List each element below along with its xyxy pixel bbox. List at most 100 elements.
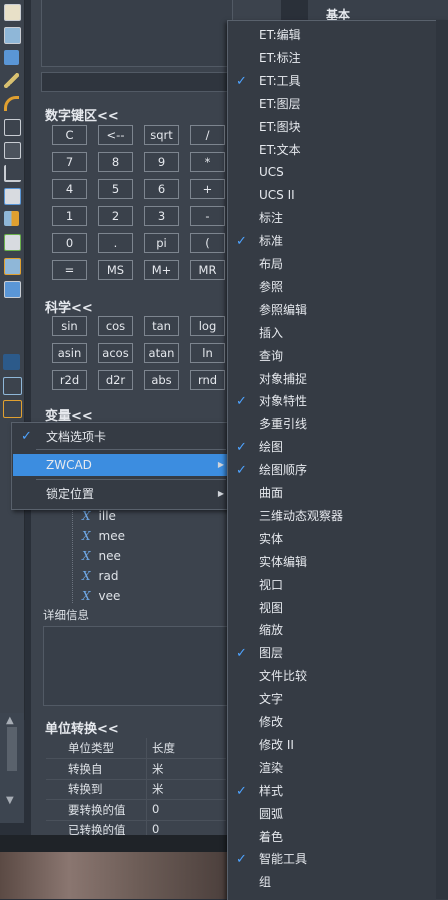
unit-row-value[interactable]: 米 (152, 781, 164, 797)
variable-item[interactable]: Xvee (82, 589, 120, 603)
numpad-key[interactable]: 5 (98, 179, 133, 199)
numpad-key[interactable]: 4 (52, 179, 87, 199)
scientific-key[interactable]: asin (52, 343, 87, 363)
toolbar-menu-item[interactable]: 查询 (228, 345, 448, 368)
chart-icon[interactable] (4, 165, 21, 182)
numpad-key[interactable]: / (190, 125, 225, 145)
grid-x-icon[interactable] (4, 258, 21, 275)
toolbar-menu-item[interactable]: 多重引线 (228, 413, 448, 436)
swap-icon[interactable] (3, 400, 22, 418)
scientific-key[interactable]: d2r (98, 370, 133, 390)
toolbar-menu-item[interactable]: ET:标注 (228, 47, 448, 70)
toolbar-menu-item[interactable]: 曲面 (228, 482, 448, 505)
context-menu-item[interactable]: ZWCAD ▶ (13, 454, 228, 476)
numpad-key[interactable]: 2 (98, 206, 133, 226)
toolbar-menu-item[interactable]: UCS (228, 161, 448, 184)
numpad-key[interactable]: * (190, 152, 225, 172)
scroll-down-icon[interactable]: ▼ (6, 795, 14, 806)
numpad-key[interactable]: 6 (144, 179, 179, 199)
scientific-key[interactable]: cos (98, 316, 133, 336)
toolbar-menu-item[interactable]: 渲染 (228, 757, 448, 780)
scroll-thumb[interactable] (7, 727, 17, 771)
toolbar-menu-item[interactable]: 三维动态观察器 (228, 505, 448, 528)
scientific-key[interactable]: abs (144, 370, 179, 390)
toolbar-menu-item[interactable]: 修改 (228, 711, 448, 734)
variable-item[interactable]: Xnee (82, 549, 121, 563)
scientific-key[interactable]: sin (52, 316, 87, 336)
toolbar-menu-item[interactable]: ✓ 图层 (228, 642, 448, 665)
toolbar-menu-item[interactable]: ✓ 智能工具 (228, 848, 448, 871)
scientific-key[interactable]: acos (98, 343, 133, 363)
numpad-key[interactable]: MS (98, 260, 133, 280)
toolbar-menu-item[interactable]: 视口 (228, 574, 448, 597)
toolbar-menu-item[interactable]: ET:文本 (228, 139, 448, 162)
unit-conversion-title[interactable]: 单位转换<< (45, 718, 119, 737)
toolbar-menu-item[interactable]: ✓ 标准 (228, 230, 448, 253)
variable-item[interactable]: Xrad (82, 569, 118, 583)
unit-row-value[interactable]: 长度 (152, 740, 175, 756)
swap-icon[interactable] (3, 377, 22, 395)
scientific-key[interactable]: rnd (190, 370, 225, 390)
toolbar-menu-item[interactable]: 实体 (228, 528, 448, 551)
doc-edit-icon[interactable] (4, 188, 21, 205)
numpad-key[interactable]: 3 (144, 206, 179, 226)
submenu-scrollbar[interactable] (436, 20, 448, 899)
form-icon[interactable] (4, 234, 21, 251)
numpad-key[interactable]: ( (190, 233, 225, 253)
layers-icon[interactable] (4, 281, 21, 298)
numpad-key[interactable]: 8 (98, 152, 133, 172)
toolbar-menu-item[interactable]: 圆弧 (228, 803, 448, 826)
context-menu-item[interactable]: 锁定位置 ▶ (13, 483, 228, 505)
nodes-icon[interactable] (4, 119, 21, 136)
stack-icon[interactable] (3, 354, 20, 370)
toolbar-menu-item[interactable]: 修改 II (228, 734, 448, 757)
numpad-key[interactable]: sqrt (144, 125, 179, 145)
toolbar-menu-item[interactable]: 文件比较 (228, 665, 448, 688)
pen-icon[interactable] (4, 50, 19, 65)
numpad-key[interactable]: = (52, 260, 87, 280)
numpad-key[interactable]: MR (190, 260, 225, 280)
numpad-key[interactable]: <-- (98, 125, 133, 145)
scientific-key[interactable]: atan (144, 343, 179, 363)
unit-row-value[interactable]: 0 (152, 822, 159, 836)
numpad-key[interactable]: 7 (52, 152, 87, 172)
toolbar-menu-item[interactable]: ✓ 样式 (228, 780, 448, 803)
expression-input[interactable] (41, 72, 233, 92)
grid-pen-icon[interactable] (4, 211, 19, 226)
numpad-key[interactable]: + (190, 179, 225, 199)
toolbar-menu-item[interactable]: ET:编辑 (228, 24, 448, 47)
numpad-key[interactable]: . (98, 233, 133, 253)
toolbar-menu-item[interactable]: 文字 (228, 688, 448, 711)
unit-row-value[interactable]: 0 (152, 802, 159, 816)
toolbar-menu-item[interactable]: 缩放 (228, 619, 448, 642)
copy-icon[interactable] (4, 142, 21, 159)
numpad-key[interactable]: M+ (144, 260, 179, 280)
numpad-key[interactable]: 0 (52, 233, 87, 253)
variable-item[interactable]: Xmee (82, 529, 125, 543)
context-menu-item[interactable]: ✓ 文档选项卡 (13, 426, 228, 448)
scroll-up-icon[interactable]: ▲ (6, 715, 14, 726)
toolbar-menu-item[interactable]: 参照 (228, 276, 448, 299)
scientific-key[interactable]: ln (190, 343, 225, 363)
toolbar-menu-item[interactable]: 插入 (228, 322, 448, 345)
toolbar-menu-item[interactable]: ✓ ET:工具 (228, 70, 448, 93)
unit-row-value[interactable]: 米 (152, 761, 164, 777)
toolbar-menu-item[interactable]: 视图 (228, 597, 448, 620)
numpad-key[interactable]: - (190, 206, 225, 226)
numpad-title[interactable]: 数字键区<< (45, 105, 119, 124)
toolbar-menu-item[interactable]: 参照编辑 (228, 299, 448, 322)
toolbar-menu-item[interactable]: ET:图块 (228, 116, 448, 139)
variable-item[interactable]: Xille (82, 509, 116, 523)
toolbar-menu-item[interactable]: 对象捕捉 (228, 368, 448, 391)
scientific-key[interactable]: r2d (52, 370, 87, 390)
document-icon[interactable] (4, 4, 21, 21)
toolbar-menu-item[interactable]: 组 (228, 871, 448, 894)
toolbar-menu-item[interactable]: UCS II (228, 184, 448, 207)
toolbar-menu-item[interactable]: ✓ 绘图 (228, 436, 448, 459)
numpad-key[interactable]: pi (144, 233, 179, 253)
scientific-key[interactable]: tan (144, 316, 179, 336)
scientific-title[interactable]: 科学<< (45, 297, 93, 316)
toolbar-menu-item[interactable]: 实体编辑 (228, 551, 448, 574)
toolbar-menu-item[interactable]: ✓ 绘图顺序 (228, 459, 448, 482)
arc-icon[interactable] (4, 96, 19, 111)
